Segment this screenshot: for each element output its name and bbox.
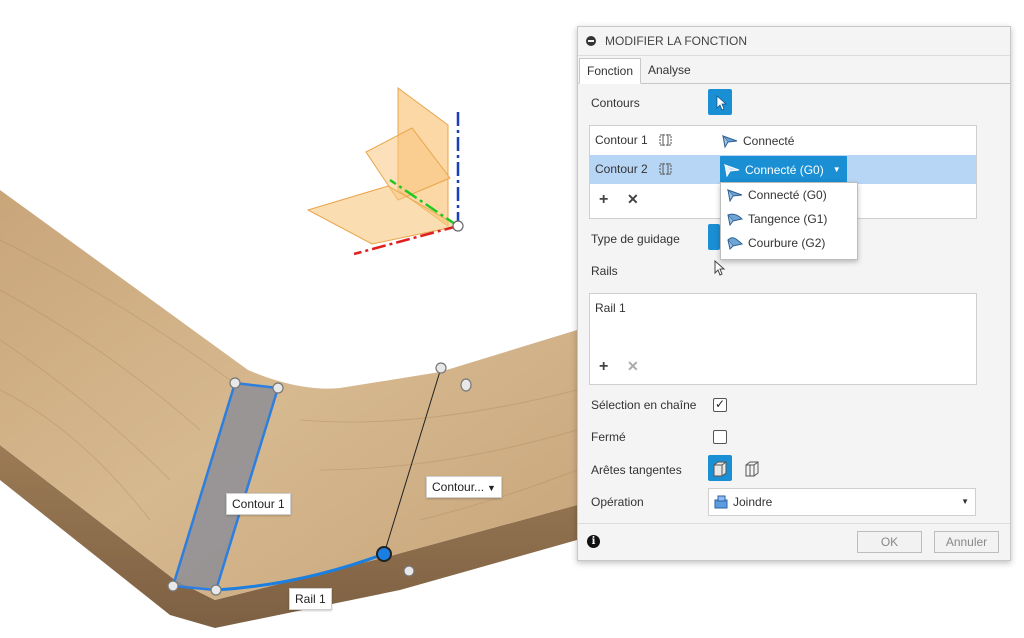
cursor-arrow-icon[interactable] [712,259,728,279]
add-rail-button[interactable]: + [599,358,608,376]
dialog-footer: i OK Annuler [578,523,1010,561]
curvature-condition-icon [727,237,743,250]
edit-feature-dialog: MODIFIER LA FONCTION Fonction Analyse Co… [577,26,1011,561]
tab-fonction[interactable]: Fonction [579,58,642,84]
contour-name: Contour 1 [595,133,648,147]
remove-rail-button: ✕ [627,358,639,374]
rails-list: Rail 1 + ✕ [589,293,977,385]
connected-condition-icon [722,135,738,148]
tangent-edges-merge-button[interactable] [708,455,732,481]
contour-2-label[interactable]: Contour... ▼ [426,476,502,498]
rail-item[interactable]: Rail 1 [595,301,626,315]
ok-button[interactable]: OK [857,531,922,553]
split-face-icon[interactable] [741,458,763,480]
contour-2-label-text: Contour... [432,480,485,494]
dropdown-arrow-icon[interactable]: ▼ [961,497,969,506]
dialog-title: MODIFIER LA FONCTION [605,34,748,48]
chain-selection-label: Sélection en chaîne [591,398,697,412]
join-icon [714,495,728,509]
remove-contour-button[interactable]: ✕ [627,191,639,208]
condition-dropdown[interactable]: Connecté (G0) ▼ [720,156,847,183]
menu-item-g1[interactable]: Tangence (G1) [721,207,857,231]
collapse-icon[interactable] [586,36,596,46]
menu-item-label: Courbure (G2) [748,236,826,250]
contour-1-label-text: Contour 1 [232,497,285,511]
tangent-edges-label: Arêtes tangentes [591,463,682,477]
chain-selection-checkbox[interactable]: ✓ [713,397,727,412]
add-contour-button[interactable]: + [599,191,608,209]
tab-bar: Fonction Analyse [578,57,1010,84]
checkmark-icon: ✓ [715,397,726,411]
rail-endpoint-handle [376,546,392,562]
condition-text: Connecté [743,134,795,148]
closed-checkbox[interactable] [713,430,727,444]
info-icon[interactable]: i [587,535,600,548]
contour-1-label: Contour 1 [226,493,291,515]
contour-name: Contour 2 [595,162,648,176]
operation-value: Joindre [733,495,773,509]
guide-type-button[interactable] [708,224,720,250]
profile-shape-icon[interactable] [657,133,675,147]
closed-label: Fermé [591,430,626,444]
connected-condition-icon [724,163,740,177]
tangent-condition-icon [727,213,743,226]
condition-text: Connecté (G0) [745,162,824,177]
menu-item-label: Tangence (G1) [748,212,828,226]
operation-label: Opération [591,495,644,509]
contours-select-button[interactable] [708,89,732,115]
rail-1-label-text: Rail 1 [295,592,326,606]
table-row[interactable]: Contour 1 Connecté [590,126,976,155]
menu-item-g0[interactable]: Connecté (G0) [721,183,857,207]
rail-1-label: Rail 1 [289,588,332,610]
connected-condition-icon [727,189,743,202]
contours-label: Contours [591,96,640,110]
origin-planes-widget [306,87,464,256]
solid-face-icon [713,461,727,477]
menu-item-label: Connecté (G0) [748,188,827,202]
operation-select[interactable]: Joindre ▼ [708,488,976,516]
cancel-button[interactable]: Annuler [934,531,999,553]
tab-analyse[interactable]: Analyse [641,58,698,82]
menu-item-g2[interactable]: Courbure (G2) [721,231,857,255]
rails-label: Rails [591,264,618,278]
condition-dropdown-menu: Connecté (G0) Tangence (G1) Courbure (G2… [720,182,858,260]
cursor-arrow-icon [716,95,727,111]
dropdown-arrow-icon[interactable]: ▼ [487,483,496,493]
dropdown-arrow-icon[interactable]: ▼ [833,165,841,174]
profile-shape-icon[interactable] [657,162,675,176]
condition-value[interactable]: Connecté [722,132,794,150]
table-row[interactable]: Contour 2 Connecté (G0) ▼ [590,155,976,184]
guide-type-label: Type de guidage [591,232,680,246]
dialog-titlebar[interactable]: MODIFIER LA FONCTION [578,27,1010,56]
